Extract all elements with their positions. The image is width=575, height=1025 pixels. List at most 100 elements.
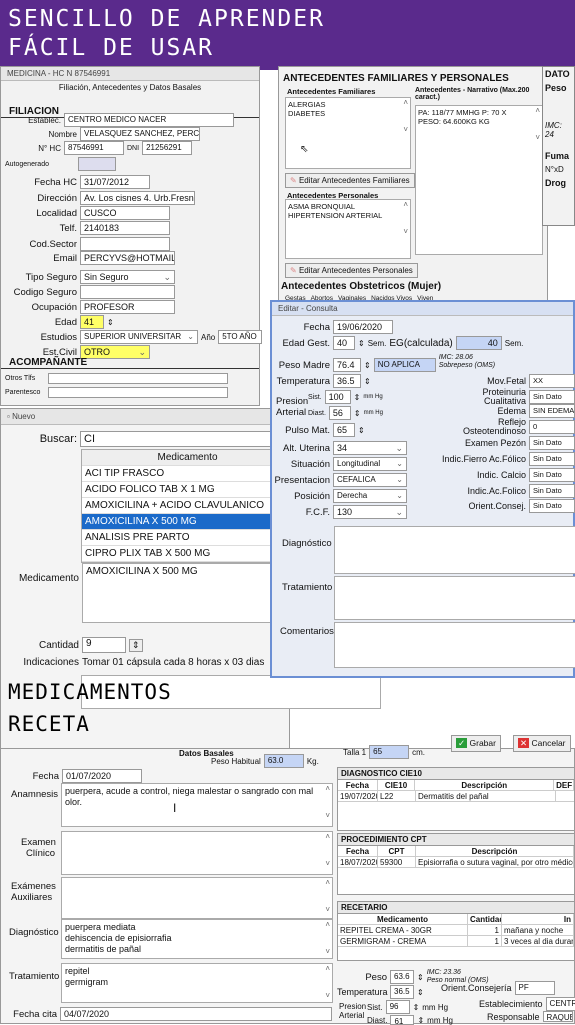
dni-field[interactable]: 21256291 xyxy=(142,141,193,155)
establec-field[interactable]: CENTRO MEDICO NACER xyxy=(64,113,234,127)
list-item[interactable]: ACIDO FOLICO TAB X 1 MG xyxy=(82,482,290,498)
list-item-selected[interactable]: AMOXICILINA X 500 MG xyxy=(82,514,290,530)
comentarios-textarea[interactable] xyxy=(334,622,575,668)
pulso-spinner-icon[interactable]: ⇕ xyxy=(358,426,365,435)
column-header: Fecha xyxy=(338,780,378,790)
right-field[interactable]: Sin Dato xyxy=(529,468,575,482)
situacion-select[interactable]: Longitudinal xyxy=(333,457,407,471)
peso-field[interactable]: 63.6 xyxy=(390,970,414,984)
fecha-field[interactable]: 19/06/2020 xyxy=(333,320,393,334)
table-cell: GERMIGRAM - CREMA xyxy=(338,936,468,946)
orient-field[interactable]: PF xyxy=(514,981,555,995)
nhc-field[interactable]: 87546991 xyxy=(64,141,124,155)
edad-spinner-icon[interactable]: ⇕ xyxy=(107,318,114,327)
cantidad-field[interactable]: 9 xyxy=(82,637,126,653)
ocupacion-field[interactable]: PROFESOR xyxy=(80,300,175,314)
temp-field[interactable]: 36.5 xyxy=(333,374,361,388)
peso-spinner-icon[interactable]: ⇕ xyxy=(417,973,424,982)
peso-madre-field[interactable]: 76.4 xyxy=(333,358,361,372)
fecha-cita-field[interactable]: 04/07/2020 xyxy=(60,1007,332,1021)
list-item[interactable]: ANALISIS PRE PARTO xyxy=(82,530,290,546)
estab-field[interactable]: CENTRO xyxy=(545,997,575,1011)
temp-spinner-icon[interactable]: ⇕ xyxy=(364,377,371,386)
sist-spinner-icon[interactable]: ⇕ xyxy=(354,393,361,402)
list-item[interactable]: ACI TIP FRASCO xyxy=(82,466,290,482)
buscar-input[interactable]: CI xyxy=(80,431,280,447)
diagnostico-textarea[interactable]: puerpera mediata dehiscencia de episiorr… xyxy=(61,919,333,959)
right-field[interactable]: XX xyxy=(529,374,575,388)
edad-gest-field[interactable]: 40 xyxy=(333,336,355,350)
talla-field[interactable]: 65 xyxy=(369,745,410,759)
edad-field[interactable]: 41 xyxy=(80,315,104,329)
temp-spinner-icon[interactable]: ⇕ xyxy=(417,988,424,997)
posicion-select[interactable]: Derecha xyxy=(333,489,407,503)
temp-field[interactable]: 36.5 xyxy=(390,985,414,999)
table-row[interactable]: GERMIGRAM - CREMA 1 3 veces al dia duran… xyxy=(338,936,574,947)
resp-field[interactable]: RAQUEL xyxy=(542,1011,573,1022)
fcf-select[interactable]: 130 xyxy=(333,505,407,519)
codigo-seguro-field[interactable] xyxy=(80,285,175,299)
table-row[interactable]: 18/07/2020 59300 Episiorrafia o sutura v… xyxy=(338,857,574,868)
parentesco-field[interactable] xyxy=(48,387,228,398)
right-field[interactable]: Sin Dato xyxy=(529,390,575,404)
anamnesis-textarea[interactable]: puerpera, acude a control, niega malesta… xyxy=(61,783,333,827)
edit-fam-button[interactable]: ✎ Editar Antecedentes Familiares xyxy=(285,173,415,188)
edit-pers-button[interactable]: ✎ Editar Antecedentes Personales xyxy=(285,263,418,278)
otros-tlfs-field[interactable] xyxy=(48,373,228,384)
indicaciones-field[interactable]: Tomar 01 cápsula cada 8 horas x 03 dias xyxy=(82,657,264,668)
examen-textarea[interactable] xyxy=(61,831,333,875)
edad-gest-spinner-icon[interactable]: ⇕ xyxy=(358,339,365,348)
right-field[interactable]: Sin Dato xyxy=(529,499,575,513)
diagnostico-textarea[interactable] xyxy=(334,526,575,574)
diast-spinner-icon[interactable]: ⇕ xyxy=(354,409,361,418)
tratamiento-textarea[interactable]: repitel germigram xyxy=(61,963,333,1003)
localidad-field[interactable]: CUSCO xyxy=(80,206,170,220)
right-field[interactable]: Sin Dato xyxy=(529,484,575,498)
tipo-seguro-select[interactable]: Sin Seguro xyxy=(80,270,175,284)
table-row[interactable]: REPITEL CREMA - 30GR 1 mañana y noche xyxy=(338,925,574,936)
table-cell: REPITEL CREMA - 30GR xyxy=(338,925,468,935)
table-row[interactable]: 19/07/2020 L22 Dermatitis del pañal xyxy=(338,791,574,802)
cantidad-spinner-icon[interactable]: ⇕ xyxy=(129,638,143,652)
peso-habitual-field[interactable]: 63.0 xyxy=(263,754,304,768)
pulso-field[interactable]: 65 xyxy=(333,423,355,437)
examenes-textarea[interactable] xyxy=(61,877,333,919)
parentesco-label: Parentesco xyxy=(5,389,41,396)
list-item[interactable]: AMOXICILINA + ACIDO CLAVULANICO xyxy=(82,498,290,514)
right-field[interactable]: Sin Dato xyxy=(529,452,575,466)
right-field[interactable]: 0 xyxy=(529,420,575,434)
nombre-field[interactable]: VELASQUEZ SANCHEZ, PERCY xyxy=(80,127,200,141)
diast-spinner-icon[interactable]: ⇕ xyxy=(417,1016,424,1025)
diast-field[interactable]: 56 xyxy=(328,406,351,420)
right-field[interactable]: Sin Dato xyxy=(529,436,575,450)
anio-select[interactable]: 5TO AÑO xyxy=(218,330,263,344)
fecha-field[interactable]: 01/07/2020 xyxy=(62,769,142,783)
medicamento-list[interactable]: Medicamento ACI TIP FRASCO ACIDO FOLICO … xyxy=(81,449,291,563)
right-label: Indic. Calcio xyxy=(476,469,526,480)
fam-list[interactable]: ALERGIAS DIABETES ⇖ xyxy=(285,97,411,169)
alt-uterina-select[interactable]: 34 xyxy=(333,441,407,455)
sist-spinner-icon[interactable]: ⇕ xyxy=(413,1003,420,1012)
presion-label: Presion Arterial xyxy=(339,1002,367,1020)
pers-list[interactable]: ASMA BRONQUIAL HIPERTENSION ARTERIAL xyxy=(285,199,411,259)
right-field[interactable]: SIN EDEMA xyxy=(529,404,575,418)
medicamento-field[interactable]: AMOXICILINA X 500 MG xyxy=(82,563,282,623)
window-titlebar: Editar - Consulta xyxy=(272,302,573,316)
email-field[interactable]: PERCYVS@HOTMAIL xyxy=(80,251,175,265)
narr-textarea[interactable]: PA: 118/77 MMHG P: 70 X PESO: 64.600KG K… xyxy=(415,105,543,255)
sist-field[interactable]: 96 xyxy=(385,1000,410,1014)
peso-spinner-icon[interactable]: ⇕ xyxy=(364,361,371,370)
autogenerado-field[interactable] xyxy=(77,157,116,171)
cod-sector-field[interactable] xyxy=(80,237,170,251)
cancelar-button[interactable]: ✕ Cancelar xyxy=(513,735,571,752)
buscar-label: Buscar: xyxy=(39,433,77,445)
fecha-hc-field[interactable]: 31/07/2012 xyxy=(80,175,150,189)
presentacion-select[interactable]: CEFALICA xyxy=(333,473,407,487)
estudios-select[interactable]: SUPERIOR UNIVERSITAR xyxy=(80,330,198,344)
sist-field[interactable]: 100 xyxy=(324,390,351,404)
tratamiento-textarea[interactable] xyxy=(334,576,575,620)
list-item[interactable]: CIPRO PLIX TAB X 500 MG xyxy=(82,546,290,562)
telf-field[interactable]: 2140183 xyxy=(80,221,170,235)
direccion-field[interactable]: Av. Los cisnes 4. Urb.Fresn xyxy=(80,191,195,205)
grabar-button[interactable]: ✓ Grabar xyxy=(451,735,501,752)
